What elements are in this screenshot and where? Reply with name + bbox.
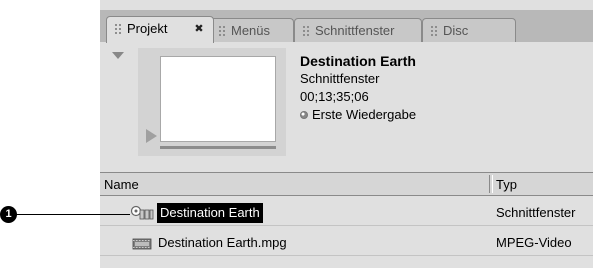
collapse-triangle-icon[interactable]: [112, 52, 124, 59]
grip-icon: [430, 25, 438, 37]
column-header-name[interactable]: Name: [104, 173, 139, 197]
tab-schnittfenster[interactable]: Schnittfenster: [294, 18, 422, 42]
column-divider[interactable]: [489, 175, 493, 193]
grip-icon: [114, 23, 122, 35]
tab-label: Projekt: [127, 21, 168, 36]
tab-disc[interactable]: Disc: [422, 18, 516, 42]
preview-thumbnail: [160, 56, 276, 142]
tab-label: Schnittfenster: [315, 23, 395, 38]
thumbnail-frame: [138, 48, 286, 156]
item-name: Destination Earth: [157, 203, 263, 223]
tab-label: Disc: [443, 23, 469, 38]
tab-projekt[interactable]: Projekt ✖: [106, 16, 214, 43]
callout-badge: 1: [0, 206, 17, 223]
preview-area: Destination Earth Schnittfenster 00;13;3…: [100, 42, 593, 172]
first-play-label: Erste Wiedergabe: [312, 107, 417, 122]
preview-subtitle: Schnittfenster: [300, 71, 380, 86]
play-icon[interactable]: [146, 129, 157, 143]
project-panel: Projekt ✖ Menüs Schnittfenster Disc Dest…: [100, 0, 593, 268]
close-icon[interactable]: ✖: [193, 23, 205, 35]
tab-label: Menüs: [231, 23, 271, 38]
first-play-icon: [300, 111, 308, 119]
preview-info: Destination Earth Schnittfenster 00;13;3…: [300, 52, 416, 124]
item-type: MPEG-Video: [496, 235, 572, 250]
item-name: Destination Earth.mpg: [158, 235, 287, 250]
grip-icon: [218, 25, 226, 37]
list-item[interactable]: Destination Earth.mpg MPEG-Video: [100, 230, 593, 256]
column-header-type[interactable]: Typ: [496, 173, 517, 197]
timeline-icon: [130, 205, 154, 220]
scrub-bar[interactable]: [160, 146, 276, 149]
callout-line: [14, 214, 130, 215]
list-item[interactable]: Destination Earth Schnittfenster: [100, 200, 593, 226]
tab-menus[interactable]: Menüs: [210, 18, 294, 42]
item-type: Schnittfenster: [496, 205, 576, 220]
film-icon: [132, 238, 152, 250]
first-play-row: Erste Wiedergabe: [300, 106, 416, 124]
tab-bar: Projekt ✖ Menüs Schnittfenster Disc: [100, 10, 593, 43]
list-header: Name Typ: [100, 172, 593, 196]
preview-title: Destination Earth: [300, 53, 416, 69]
preview-timecode: 00;13;35;06: [300, 89, 369, 104]
grip-icon: [302, 25, 310, 37]
